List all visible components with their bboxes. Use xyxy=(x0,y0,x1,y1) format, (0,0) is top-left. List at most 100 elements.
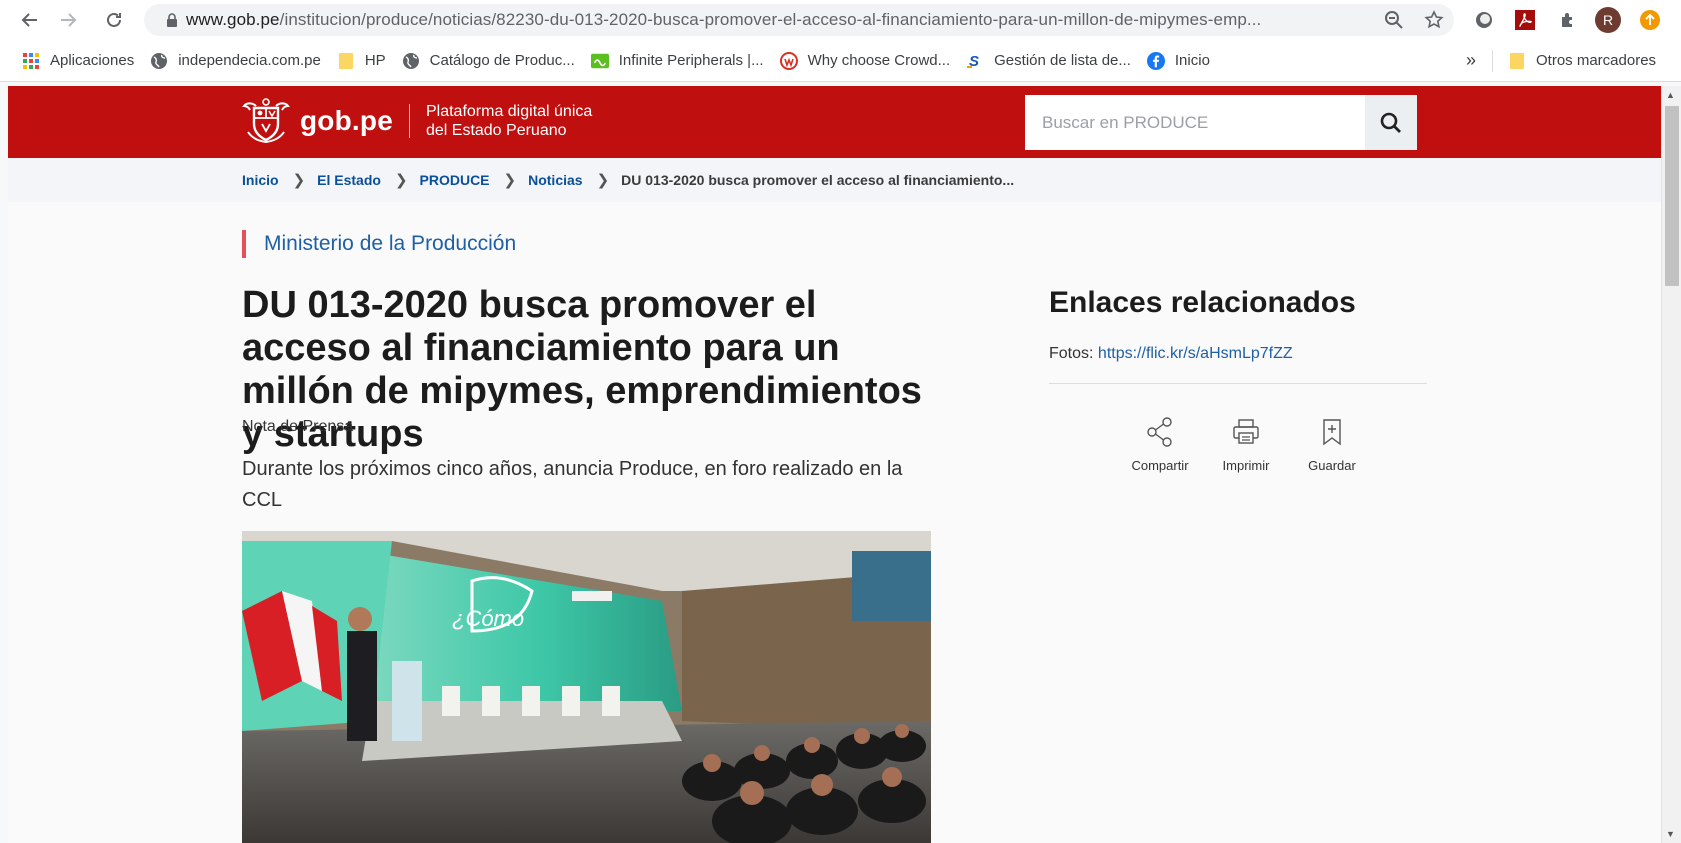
search-input[interactable] xyxy=(1025,95,1365,150)
site-search xyxy=(1025,95,1417,150)
gob-pe-logo[interactable]: gob.pe Plataforma digital única del Esta… xyxy=(242,98,592,144)
share-label: Compartir xyxy=(1131,458,1189,473)
chevron-right-icon: ❯ xyxy=(292,172,306,189)
bookmark-inicio-facebook[interactable]: Inicio xyxy=(1139,45,1218,77)
zoom-icon[interactable] xyxy=(1374,10,1414,30)
event-photo-illustration: ¿Cómo xyxy=(242,531,931,843)
bookmark-infinite-peripherals[interactable]: Infinite Peripherals |... xyxy=(583,45,772,77)
related-links-panel: Enlaces relacionados Fotos: https://flic… xyxy=(1049,286,1427,473)
bookmark-hp[interactable]: HP xyxy=(329,45,394,77)
photos-link[interactable]: https://flic.kr/s/aHsmLp7fZZ xyxy=(1098,345,1293,362)
bookmark-star-icon[interactable] xyxy=(1414,10,1454,30)
site-tagline: Plataforma digital única del Estado Peru… xyxy=(426,102,592,140)
browser-toolbar: www.gob.pe/institucion/produce/noticias/… xyxy=(0,0,1681,40)
divider xyxy=(1049,383,1427,384)
site-header: gob.pe Plataforma digital única del Esta… xyxy=(8,86,1661,158)
address-bar[interactable]: www.gob.pe/institucion/produce/noticias/… xyxy=(144,4,1454,36)
web-page: gob.pe Plataforma digital única del Esta… xyxy=(8,86,1661,843)
breadcrumb-noticias[interactable]: Noticias xyxy=(528,172,582,188)
scroll-down-arrow-icon[interactable]: ▼ xyxy=(1666,829,1675,839)
s-logo-icon: S xyxy=(966,52,984,70)
facebook-icon xyxy=(1146,51,1165,70)
bookmarks-divider xyxy=(1492,50,1493,72)
logo-divider xyxy=(408,104,410,138)
url-path: /institucion/produce/noticias/82230-du-0… xyxy=(279,10,1262,29)
bookmark-catalogo[interactable]: Catálogo de Produc... xyxy=(394,45,583,77)
scroll-up-arrow-icon[interactable]: ▲ xyxy=(1666,90,1675,100)
article-lead: Durante los próximos cinco años, anuncia… xyxy=(242,458,903,511)
breadcrumb-inicio[interactable]: Inicio xyxy=(242,172,279,188)
search-icon xyxy=(1380,112,1401,133)
other-bookmarks-folder[interactable]: Otros marcadores xyxy=(1500,45,1664,77)
share-actions: Compartir Imprimir Guardar xyxy=(1049,416,1427,473)
reload-icon xyxy=(107,12,121,27)
url-text[interactable]: www.gob.pe/institucion/produce/noticias/… xyxy=(186,10,1374,30)
bookmark-label: Infinite Peripherals |... xyxy=(618,52,764,69)
globe-icon xyxy=(402,52,420,70)
crowd-icon xyxy=(779,51,798,70)
back-arrow-icon xyxy=(21,13,37,27)
bookmarks-bar: Aplicaciones independecia.com.pe HP Catá… xyxy=(0,40,1681,82)
chevron-right-icon: ❯ xyxy=(394,172,408,189)
folder-icon xyxy=(337,52,355,70)
search-button[interactable] xyxy=(1365,95,1417,150)
bookmark-label: Gestión de lista de... xyxy=(994,52,1131,69)
tagline-line-1: Plataforma digital única xyxy=(425,103,593,120)
breadcrumb-current: DU 013-2020 busca promover el acceso al … xyxy=(621,172,1015,188)
profile-avatar[interactable]: R xyxy=(1594,6,1622,34)
bookmark-aplicaciones[interactable]: Aplicaciones xyxy=(14,45,142,77)
print-label: Imprimir xyxy=(1222,458,1270,473)
page-scrollbar[interactable]: ▲ ▼ xyxy=(1661,86,1681,843)
bookmark-add-icon xyxy=(1321,416,1343,448)
photos-row: Fotos: https://flic.kr/s/aHsmLp7fZZ xyxy=(1049,345,1427,363)
share-button[interactable]: Compartir xyxy=(1117,416,1203,473)
other-bookmarks-label: Otros marcadores xyxy=(1536,52,1657,69)
profile-initial: R xyxy=(1595,7,1621,33)
reload-button[interactable] xyxy=(96,2,132,38)
share-icon xyxy=(1146,416,1174,448)
related-links-heading: Enlaces relacionados xyxy=(1049,286,1356,319)
article-type: Nota de Prensa xyxy=(242,418,354,435)
globe-icon xyxy=(150,52,168,70)
extensions-puzzle-icon[interactable] xyxy=(1554,6,1582,34)
photos-label: Fotos: xyxy=(1049,345,1094,362)
tagline-line-2: del Estado Peruano xyxy=(425,122,567,139)
forward-button[interactable] xyxy=(50,2,86,38)
update-available-icon[interactable] xyxy=(1636,6,1664,34)
bookmark-label: HP xyxy=(364,52,386,69)
more-bookmarks-button[interactable]: » xyxy=(1458,45,1484,77)
chevron-right-icon: ❯ xyxy=(596,172,610,189)
peru-coat-of-arms-icon xyxy=(242,98,290,144)
bookmark-crowd[interactable]: Why choose Crowd... xyxy=(772,45,959,77)
breadcrumb-produce[interactable]: PRODUCE xyxy=(420,172,490,188)
extension-circle-icon[interactable] xyxy=(1470,6,1498,34)
apps-grid-icon xyxy=(22,52,40,70)
svg-text:¿Cómo: ¿Cómo xyxy=(452,606,524,631)
bookmark-label: Why choose Crowd... xyxy=(807,52,951,69)
folder-icon xyxy=(1508,52,1526,70)
forward-arrow-icon xyxy=(61,13,77,27)
chevron-right-icon: ❯ xyxy=(503,172,517,189)
save-button[interactable]: Guardar xyxy=(1289,416,1375,473)
article-photo: ¿Cómo xyxy=(242,531,931,843)
breadcrumb-el-estado[interactable]: El Estado xyxy=(317,172,381,188)
save-label: Guardar xyxy=(1308,458,1356,473)
print-button[interactable]: Imprimir xyxy=(1203,416,1289,473)
logo-wordmark: gob.pe xyxy=(300,105,393,136)
more-bookmarks-chevron: » xyxy=(1466,50,1477,70)
bookmark-label: Inicio xyxy=(1174,52,1210,69)
bookmark-independecia[interactable]: independecia.com.pe xyxy=(142,45,329,77)
url-domain: www.gob.pe xyxy=(186,10,280,29)
printer-icon xyxy=(1232,416,1260,448)
bookmark-label: Catálogo de Produc... xyxy=(429,52,575,69)
adobe-acrobat-icon[interactable] xyxy=(1511,6,1539,34)
institution-link[interactable]: Ministerio de la Producción xyxy=(242,230,516,258)
scrollbar-thumb[interactable] xyxy=(1665,106,1679,286)
infinite-peripherals-icon xyxy=(590,52,609,70)
bookmark-gestion-lista[interactable]: S Gestión de lista de... xyxy=(958,45,1139,77)
bookmark-label: Aplicaciones xyxy=(50,52,135,69)
bookmark-label: independecia.com.pe xyxy=(178,52,321,69)
lock-icon xyxy=(158,13,186,27)
breadcrumb: Inicio ❯ El Estado ❯ PRODUCE ❯ Noticias … xyxy=(8,158,1661,202)
back-button[interactable] xyxy=(12,2,48,38)
